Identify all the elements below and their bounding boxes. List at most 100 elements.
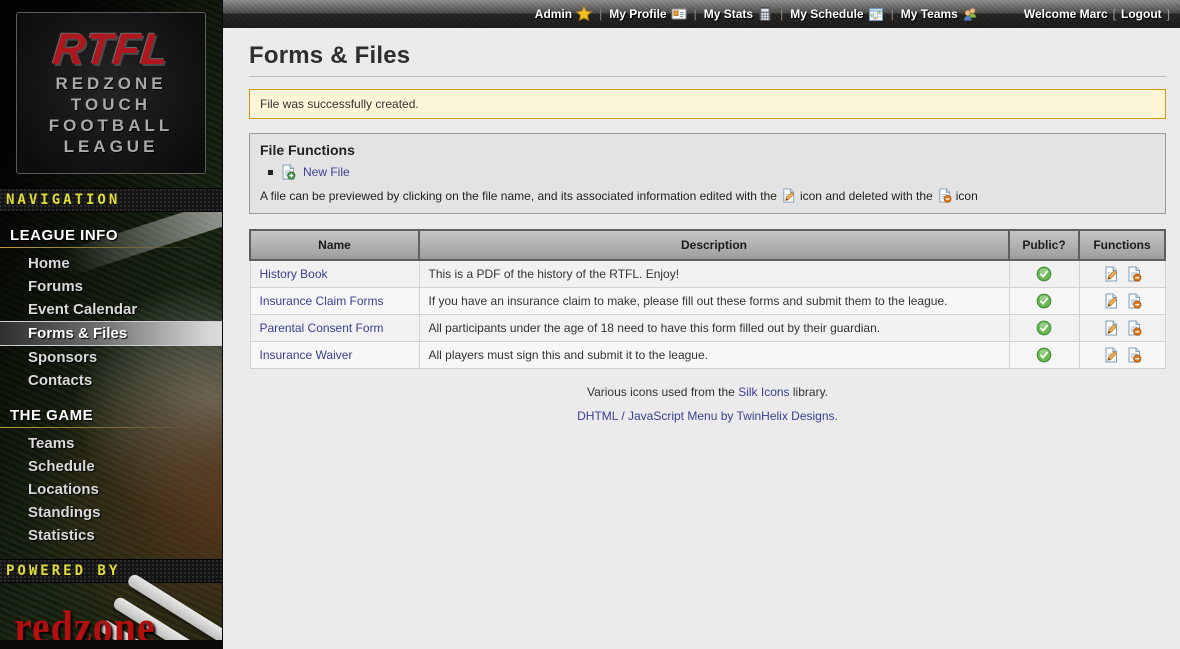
sidebar-item-standings[interactable]: Standings: [0, 501, 222, 524]
icons-credit-line: Various icons used from the Silk Icons l…: [249, 385, 1166, 399]
menu-my-schedule-label: My Schedule: [790, 7, 863, 21]
section-title: LEAGUE INFO: [0, 224, 222, 247]
silk-icons-link[interactable]: Silk Icons: [738, 385, 789, 399]
menu-admin-label: Admin: [535, 7, 572, 21]
file-functions-help: A file can be previewed by clicking on t…: [260, 188, 1155, 203]
page-edit-icon[interactable]: [1103, 266, 1119, 282]
page-edit-icon[interactable]: [1103, 347, 1119, 363]
sidebar-item-locations[interactable]: Locations: [0, 478, 222, 501]
logo-line: TOUCH: [23, 94, 199, 115]
file-name-link[interactable]: Parental Consent Form: [260, 321, 384, 335]
star-icon: [576, 6, 592, 22]
sidebar-section-the-game: THE GAME Teams Schedule Locations Standi…: [0, 404, 222, 547]
file-description: All participants under the age of 18 nee…: [419, 315, 1009, 342]
menu-my-stats-label: My Stats: [704, 7, 753, 21]
menu-my-profile-label: My Profile: [609, 7, 666, 21]
sidebar-item-event-calendar[interactable]: Event Calendar: [0, 298, 222, 321]
league-logo: RTFL REDZONE TOUCH FOOTBALL LEAGUE: [16, 12, 206, 174]
logo-line: LEAGUE: [23, 136, 199, 157]
sidebar-section-league-info: LEAGUE INFO Home Forums Event Calendar F…: [0, 224, 222, 392]
navigation-banner: NAVIGATION: [0, 188, 222, 212]
section-rule: [0, 247, 222, 248]
menu-credit-line: DHTML / JavaScript Menu by TwinHelix Des…: [249, 409, 1166, 423]
file-name-link[interactable]: Insurance Waiver: [260, 348, 353, 362]
new-file-link[interactable]: New File: [303, 165, 350, 179]
sidebar: RTFL REDZONE TOUCH FOOTBALL LEAGUE NAVIG…: [0, 0, 222, 649]
accept-icon: [1036, 347, 1052, 363]
menu-my-schedule[interactable]: My Schedule: [790, 6, 883, 22]
title-divider: [249, 76, 1166, 77]
accept-icon: [1036, 266, 1052, 282]
menu-separator: |: [780, 7, 783, 21]
file-name-link[interactable]: Insurance Claim Forms: [260, 294, 384, 308]
table-row: Insurance Claim Forms If you have an ins…: [250, 288, 1165, 315]
section-title: THE GAME: [0, 404, 222, 427]
file-description: If you have an insurance claim to make, …: [419, 288, 1009, 315]
help-text: A file can be previewed by clicking on t…: [260, 189, 777, 203]
files-table: Name Description Public? Functions Histo…: [249, 229, 1166, 369]
logo-title: RTFL: [21, 27, 202, 73]
table-row: Insurance Waiver All players must sign t…: [250, 342, 1165, 369]
topbar-menu: Admin | My Profile | My Stats | My Sched…: [535, 6, 978, 22]
calendar-icon: [868, 6, 884, 22]
sidebar-item-statistics[interactable]: Statistics: [0, 524, 222, 547]
table-row: History Book This is a PDF of the histor…: [250, 260, 1165, 288]
menu-separator: |: [599, 7, 602, 21]
page-credits: Various icons used from the Silk Icons l…: [249, 385, 1166, 423]
powered-by-banner: POWERED BY: [0, 559, 222, 583]
page-delete-icon[interactable]: [1126, 266, 1142, 282]
column-header-description: Description: [419, 230, 1009, 260]
welcome-text: Welcome Marc: [1024, 7, 1108, 21]
file-functions-panel: File Functions New File A file can be pr…: [249, 133, 1166, 214]
sidebar-item-schedule[interactable]: Schedule: [0, 455, 222, 478]
page-delete-icon[interactable]: [1126, 347, 1142, 363]
file-name-link[interactable]: History Book: [260, 267, 328, 281]
sidebar-item-teams[interactable]: Teams: [0, 432, 222, 455]
session-controls: Welcome Marc [ Logout ]: [1024, 7, 1170, 21]
logo-line: REDZONE: [23, 73, 199, 94]
section-rule: [0, 427, 222, 428]
page-content: Forms & Files File was successfully crea…: [223, 28, 1180, 649]
bracket: ]: [1167, 7, 1170, 21]
redzone-leagues-logo: redzone ★LEAGUES★: [0, 583, 222, 649]
logo-line: FOOTBALL: [23, 115, 199, 136]
menu-my-stats[interactable]: My Stats: [704, 6, 773, 22]
vcard-icon: [671, 6, 687, 22]
menu-my-teams[interactable]: My Teams: [901, 6, 978, 22]
sidebar-item-forums[interactable]: Forums: [0, 275, 222, 298]
page-delete-icon[interactable]: [1126, 320, 1142, 336]
main-area: Admin | My Profile | My Stats | My Sched…: [222, 0, 1180, 649]
sidebar-item-forms-files[interactable]: Forms & Files: [0, 321, 222, 346]
group-icon: [962, 6, 978, 22]
sidebar-item-sponsors[interactable]: Sponsors: [0, 346, 222, 369]
table-row: Parental Consent Form All participants u…: [250, 315, 1165, 342]
help-text: icon: [956, 189, 978, 203]
page-edit-icon: [781, 188, 796, 203]
flash-notice: File was successfully created.: [249, 89, 1166, 119]
list-bullet: [268, 170, 273, 175]
new-file-row: New File: [268, 164, 1155, 180]
twinhelix-link[interactable]: DHTML / JavaScript Menu by TwinHelix Des…: [577, 409, 838, 423]
credit-text: library.: [793, 385, 828, 399]
column-header-name: Name: [250, 230, 419, 260]
page-delete-icon[interactable]: [1126, 293, 1142, 309]
column-header-functions: Functions: [1079, 230, 1165, 260]
page-edit-icon[interactable]: [1103, 293, 1119, 309]
app-window: RTFL REDZONE TOUCH FOOTBALL LEAGUE NAVIG…: [0, 0, 1180, 649]
calculator-icon: [757, 6, 773, 22]
redzone-logo-text: redzone: [14, 606, 222, 647]
page-add-icon[interactable]: [280, 164, 296, 180]
table-header-row: Name Description Public? Functions: [250, 230, 1165, 260]
column-header-public: Public?: [1009, 230, 1079, 260]
topbar: Admin | My Profile | My Stats | My Sched…: [223, 0, 1180, 28]
sidebar-item-contacts[interactable]: Contacts: [0, 369, 222, 392]
file-description: This is a PDF of the history of the RTFL…: [419, 260, 1009, 288]
logout-link[interactable]: Logout: [1121, 7, 1162, 21]
bracket: [: [1113, 7, 1116, 21]
page-edit-icon[interactable]: [1103, 320, 1119, 336]
menu-admin[interactable]: Admin: [535, 6, 592, 22]
sidebar-item-home[interactable]: Home: [0, 252, 222, 275]
menu-separator: |: [891, 7, 894, 21]
file-functions-title: File Functions: [260, 142, 1155, 158]
menu-my-profile[interactable]: My Profile: [609, 6, 686, 22]
